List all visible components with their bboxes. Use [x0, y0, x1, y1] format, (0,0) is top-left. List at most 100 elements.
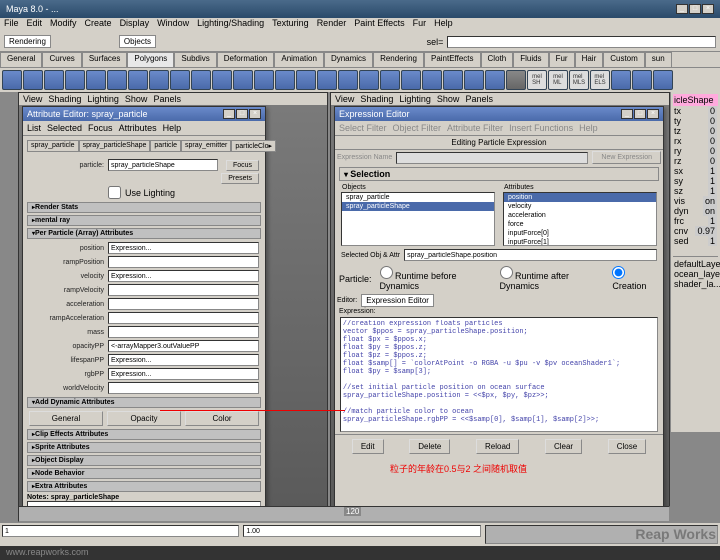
vp-menu-item[interactable]: View: [335, 94, 354, 104]
close-button[interactable]: Close: [608, 439, 646, 454]
radio-runtime-before[interactable]: Runtime before Dynamics: [380, 266, 492, 291]
pp-attr-input[interactable]: [108, 382, 259, 394]
channel-row[interactable]: sx1: [673, 166, 718, 176]
close-icon[interactable]: ×: [249, 109, 261, 119]
shelf-icon[interactable]: [317, 70, 337, 90]
shelf-tab[interactable]: Hair: [575, 52, 604, 67]
shelf-icon[interactable]: [44, 70, 64, 90]
shelf-icon[interactable]: [23, 70, 43, 90]
vp-menu-item[interactable]: Shading: [48, 94, 81, 104]
menu-item[interactable]: File: [4, 18, 19, 32]
shelf-icon[interactable]: [212, 70, 232, 90]
channel-row[interactable]: cnv0.97: [673, 226, 718, 236]
shelf-icon[interactable]: [149, 70, 169, 90]
section-add-dynamic[interactable]: Add Dynamic Attributes: [27, 397, 261, 408]
attributes-list[interactable]: position velocity acceleration force inp…: [503, 192, 657, 246]
shelf-icon[interactable]: [107, 70, 127, 90]
shelf-tab[interactable]: Surfaces: [82, 52, 128, 67]
shelf-icon[interactable]: [359, 70, 379, 90]
list-item[interactable]: position: [504, 193, 656, 202]
menu-item[interactable]: Create: [85, 18, 112, 32]
shelf-icon[interactable]: [338, 70, 358, 90]
shelf-icon[interactable]: [170, 70, 190, 90]
selected-obj-attr-input[interactable]: [404, 249, 657, 261]
menu-item[interactable]: Help: [579, 123, 598, 133]
channel-row[interactable]: sed1: [673, 236, 718, 246]
pp-attr-input[interactable]: [108, 354, 259, 366]
list-item[interactable]: spray_particleShape: [342, 202, 494, 211]
pp-attr-input[interactable]: [108, 298, 259, 310]
section-extra[interactable]: Extra Attributes: [27, 481, 261, 492]
shelf-icon[interactable]: [401, 70, 421, 90]
menu-item[interactable]: Attributes: [119, 123, 157, 133]
pp-attr-input[interactable]: [108, 242, 259, 254]
shelf-tab[interactable]: Curves: [42, 52, 81, 67]
objects-dropdown[interactable]: Objects: [119, 35, 156, 48]
list-item[interactable]: force: [504, 220, 656, 229]
shelf-icon[interactable]: [191, 70, 211, 90]
menu-item[interactable]: List: [27, 123, 41, 133]
menu-item[interactable]: Fur: [413, 18, 427, 32]
menu-item[interactable]: Select Filter: [339, 123, 387, 133]
vp-menu-item[interactable]: Show: [437, 94, 460, 104]
channel-row[interactable]: rx0: [673, 136, 718, 146]
focus-button[interactable]: Focus: [226, 160, 259, 171]
editor-dropdown[interactable]: Expression Editor: [361, 294, 434, 307]
menu-item[interactable]: Help: [163, 123, 182, 133]
section-clip-effects[interactable]: Clip Effects Attributes: [27, 429, 261, 440]
mel-icon[interactable]: melSH: [527, 70, 547, 90]
minimize-icon[interactable]: _: [621, 109, 633, 119]
close-icon[interactable]: ×: [702, 4, 714, 14]
maximize-icon[interactable]: □: [236, 109, 248, 119]
section-render-stats[interactable]: Render Stats: [27, 202, 261, 213]
menu-item[interactable]: Modify: [50, 18, 77, 32]
attr-tab[interactable]: spray_particle: [27, 140, 79, 152]
menu-item[interactable]: Display: [120, 18, 150, 32]
minimize-icon[interactable]: _: [676, 4, 688, 14]
clear-button[interactable]: Clear: [545, 439, 582, 454]
vp-menu-item[interactable]: Shading: [360, 94, 393, 104]
shelf-icon[interactable]: [443, 70, 463, 90]
section-node-behavior[interactable]: Node Behavior: [27, 468, 261, 479]
vp-menu-item[interactable]: Lighting: [87, 94, 119, 104]
time-slider[interactable]: 120: [18, 506, 670, 522]
channel-row[interactable]: sz1: [673, 186, 718, 196]
color-button[interactable]: Color: [185, 411, 259, 426]
particle-name-input[interactable]: [108, 159, 218, 171]
channel-row[interactable]: ty0: [673, 116, 718, 126]
shelf-tab[interactable]: Subdivs: [174, 52, 216, 67]
shelf-icon[interactable]: [86, 70, 106, 90]
layer-item[interactable]: ocean_layer: [673, 269, 718, 279]
vp-menu-item[interactable]: Panels: [153, 94, 181, 104]
expression-textarea[interactable]: //creation expression floats particles v…: [340, 317, 658, 432]
delete-button[interactable]: Delete: [409, 439, 450, 454]
use-lighting-checkbox[interactable]: [108, 186, 121, 199]
menu-item[interactable]: Render: [317, 18, 347, 32]
edit-button[interactable]: Edit: [352, 439, 384, 454]
section-per-particle[interactable]: Per Particle (Array) Attributes: [27, 228, 261, 239]
shelf-tab[interactable]: Dynamics: [324, 52, 373, 67]
menu-item[interactable]: Selected: [47, 123, 82, 133]
channel-row[interactable]: tx0: [673, 106, 718, 116]
channel-row[interactable]: ry0: [673, 146, 718, 156]
radio-runtime-after[interactable]: Runtime after Dynamics: [500, 266, 605, 291]
list-item[interactable]: acceleration: [504, 211, 656, 220]
pp-attr-input[interactable]: [108, 368, 259, 380]
attr-tab[interactable]: spray_emitter: [181, 140, 231, 152]
section-object-display[interactable]: Object Display: [27, 455, 261, 466]
new-expression-button[interactable]: New Expression: [592, 151, 661, 164]
attr-tab[interactable]: particleClo▸: [231, 140, 276, 152]
channel-row[interactable]: rz0: [673, 156, 718, 166]
menu-item[interactable]: Paint Effects: [354, 18, 404, 32]
shelf-icon[interactable]: [632, 70, 652, 90]
shelf-tab[interactable]: Animation: [274, 52, 324, 67]
attr-tab[interactable]: particle: [150, 140, 181, 152]
shelf-tab[interactable]: Cloth: [481, 52, 514, 67]
channel-header[interactable]: icleShape: [673, 94, 718, 106]
channel-row[interactable]: sy1: [673, 176, 718, 186]
channel-row[interactable]: frc1: [673, 216, 718, 226]
channel-row[interactable]: dynon: [673, 206, 718, 216]
maximize-icon[interactable]: □: [634, 109, 646, 119]
channel-row[interactable]: tz0: [673, 126, 718, 136]
menu-item[interactable]: Help: [434, 18, 453, 32]
